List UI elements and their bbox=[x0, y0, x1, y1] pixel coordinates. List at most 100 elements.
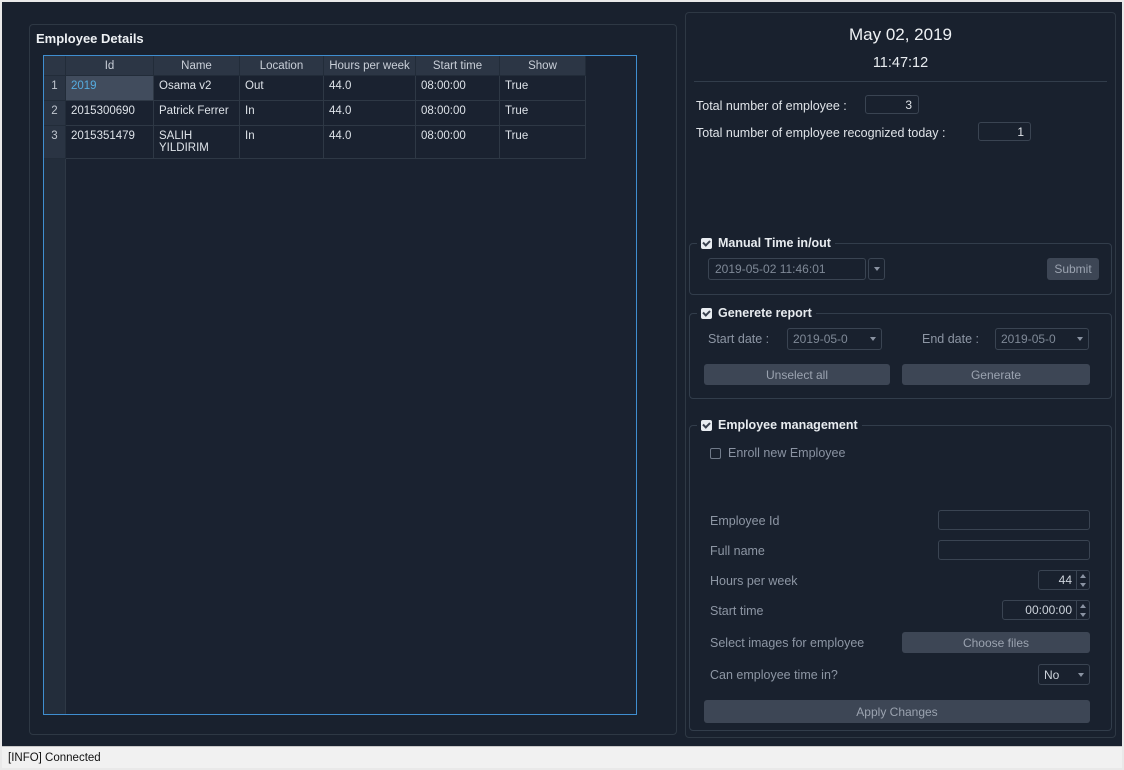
unselect-all-button[interactable]: Unselect all bbox=[704, 364, 890, 385]
manual-datetime-dropdown[interactable] bbox=[868, 258, 885, 280]
can-time-in-value: No bbox=[1044, 667, 1060, 682]
start-date-select[interactable]: 2019-05-0 bbox=[787, 328, 882, 350]
spin-up-button[interactable] bbox=[1077, 601, 1089, 610]
table-header-row: Id Name Location Hours per week Start ti… bbox=[44, 56, 636, 76]
spin-down-icon bbox=[1080, 582, 1086, 587]
spin-up-icon bbox=[1080, 603, 1086, 608]
chevron-down-icon bbox=[870, 337, 876, 341]
table-corner-cell[interactable] bbox=[44, 56, 66, 76]
cell-location[interactable]: In bbox=[240, 101, 324, 126]
hours-per-week-label: Hours per week bbox=[710, 574, 798, 588]
spin-up-button[interactable] bbox=[1077, 571, 1089, 580]
hours-per-week-stepper[interactable]: 44 bbox=[1038, 570, 1090, 590]
generate-report-legend: Generete report bbox=[697, 305, 816, 321]
chevron-down-icon bbox=[873, 267, 880, 271]
row-number-cell[interactable]: 3 bbox=[44, 126, 66, 159]
cell-start[interactable]: 08:00:00 bbox=[416, 126, 500, 159]
can-time-in-select[interactable]: No bbox=[1038, 664, 1090, 685]
cell-hours[interactable]: 44.0 bbox=[324, 126, 416, 159]
cell-name[interactable]: SALIH YILDIRIM bbox=[154, 126, 240, 159]
table-header-show[interactable]: Show bbox=[500, 56, 586, 76]
employee-table[interactable]: Id Name Location Hours per week Start ti… bbox=[43, 55, 637, 715]
table-header-hours[interactable]: Hours per week bbox=[324, 56, 416, 76]
start-date-label: Start date : bbox=[708, 332, 770, 346]
employee-management-title: Employee management bbox=[718, 418, 858, 432]
chevron-down-icon bbox=[1078, 672, 1084, 677]
apply-changes-button[interactable]: Apply Changes bbox=[704, 700, 1090, 723]
recognized-today-label: Total number of employee recognized toda… bbox=[696, 126, 946, 140]
cell-name[interactable]: Osama v2 bbox=[154, 76, 240, 101]
total-employees-value[interactable] bbox=[865, 95, 919, 114]
manual-time-checkbox[interactable] bbox=[701, 237, 712, 249]
cell-location[interactable]: In bbox=[240, 126, 324, 159]
cell-id[interactable]: 2015351479 bbox=[66, 126, 154, 159]
start-time-stepper[interactable]: 00:00:00 bbox=[1002, 600, 1090, 620]
stepper-arrows bbox=[1076, 571, 1089, 589]
current-date: May 02, 2019 bbox=[848, 25, 952, 44]
row-number-cell[interactable]: 1 bbox=[44, 76, 66, 101]
generate-report-group: Generete report Start date : 2019-05-0 E… bbox=[689, 305, 1112, 399]
cell-start[interactable]: 08:00:00 bbox=[416, 76, 500, 101]
employee-management-checkbox[interactable] bbox=[701, 419, 712, 431]
start-time-value: 00:00:00 bbox=[1025, 603, 1072, 617]
status-text: [INFO] Connected bbox=[8, 751, 101, 764]
table-header-name[interactable]: Name bbox=[154, 56, 240, 76]
spin-up-icon bbox=[1080, 573, 1086, 578]
total-employees-label: Total number of employee : bbox=[696, 99, 847, 113]
submit-button[interactable]: Submit bbox=[1047, 258, 1099, 280]
cell-hours[interactable]: 44.0 bbox=[324, 76, 416, 101]
cell-show[interactable]: True bbox=[500, 126, 586, 159]
cell-start[interactable]: 08:00:00 bbox=[416, 101, 500, 126]
cell-show[interactable]: True bbox=[500, 76, 586, 101]
table-row: 3 2015351479 SALIH YILDIRIM In 44.0 08:0… bbox=[44, 126, 636, 159]
current-time: 11:47:12 bbox=[872, 55, 929, 71]
employee-id-input[interactable] bbox=[938, 510, 1090, 530]
stepper-arrows bbox=[1076, 601, 1089, 619]
status-bar: [INFO] Connected bbox=[2, 746, 1122, 768]
spin-down-icon bbox=[1080, 612, 1086, 617]
can-time-in-label: Can employee time in? bbox=[710, 668, 838, 682]
cell-id[interactable]: 2015300690 bbox=[66, 101, 154, 126]
end-date-value: 2019-05-0 bbox=[1001, 332, 1056, 346]
table-header-start[interactable]: Start time bbox=[416, 56, 500, 76]
chevron-down-icon bbox=[1077, 337, 1083, 341]
cell-name[interactable]: Patrick Ferrer bbox=[154, 101, 240, 126]
generate-report-title: Generete report bbox=[718, 306, 812, 320]
hours-per-week-value: 44 bbox=[1058, 573, 1072, 587]
choose-files-button[interactable]: Choose files bbox=[902, 632, 1090, 653]
recognized-today-value[interactable] bbox=[978, 122, 1031, 141]
table-header-location[interactable]: Location bbox=[240, 56, 324, 76]
end-date-select[interactable]: 2019-05-0 bbox=[995, 328, 1089, 350]
enroll-new-employee-label: Enroll new Employee bbox=[728, 446, 846, 460]
enroll-new-employee-row: Enroll new Employee bbox=[710, 446, 845, 460]
full-name-input[interactable] bbox=[938, 540, 1090, 560]
end-date-label: End date : bbox=[922, 332, 979, 346]
manual-datetime-value[interactable]: 2019-05-02 11:46:01 bbox=[708, 258, 866, 280]
spin-down-button[interactable] bbox=[1077, 580, 1089, 589]
control-panel: May 02, 2019 11:47:12 Total number of em… bbox=[685, 12, 1116, 738]
cell-hours[interactable]: 44.0 bbox=[324, 101, 416, 126]
manual-time-group: Manual Time in/out 2019-05-02 11:46:01 S… bbox=[689, 235, 1112, 295]
cell-id[interactable]: 2019 bbox=[66, 76, 154, 101]
employee-details-groupbox: Employee Details Id Name Location Hours … bbox=[29, 24, 677, 735]
full-name-label: Full name bbox=[710, 544, 765, 558]
cell-location[interactable]: Out bbox=[240, 76, 324, 101]
cell-show[interactable]: True bbox=[500, 101, 586, 126]
generate-report-checkbox[interactable] bbox=[701, 307, 712, 319]
table-row: 2 2015300690 Patrick Ferrer In 44.0 08:0… bbox=[44, 101, 636, 126]
table-header-id[interactable]: Id bbox=[66, 56, 154, 76]
table-row: 1 2019 Osama v2 Out 44.0 08:00:00 True bbox=[44, 76, 636, 101]
manual-time-legend: Manual Time in/out bbox=[697, 235, 835, 251]
start-date-value: 2019-05-0 bbox=[793, 332, 848, 346]
employee-management-legend: Employee management bbox=[697, 417, 862, 433]
employee-details-title: Employee Details bbox=[36, 31, 144, 46]
employee-management-group: Employee management Enroll new Employee … bbox=[689, 417, 1112, 731]
enroll-new-employee-checkbox[interactable] bbox=[710, 447, 721, 459]
generate-button[interactable]: Generate bbox=[902, 364, 1090, 385]
manual-time-title: Manual Time in/out bbox=[718, 236, 831, 250]
start-time-label: Start time bbox=[710, 604, 764, 618]
row-number-cell[interactable]: 2 bbox=[44, 101, 66, 126]
manual-datetime-picker[interactable]: 2019-05-02 11:46:01 bbox=[708, 258, 885, 280]
spin-down-button[interactable] bbox=[1077, 610, 1089, 619]
app-window: Employee Details Id Name Location Hours … bbox=[0, 0, 1124, 770]
